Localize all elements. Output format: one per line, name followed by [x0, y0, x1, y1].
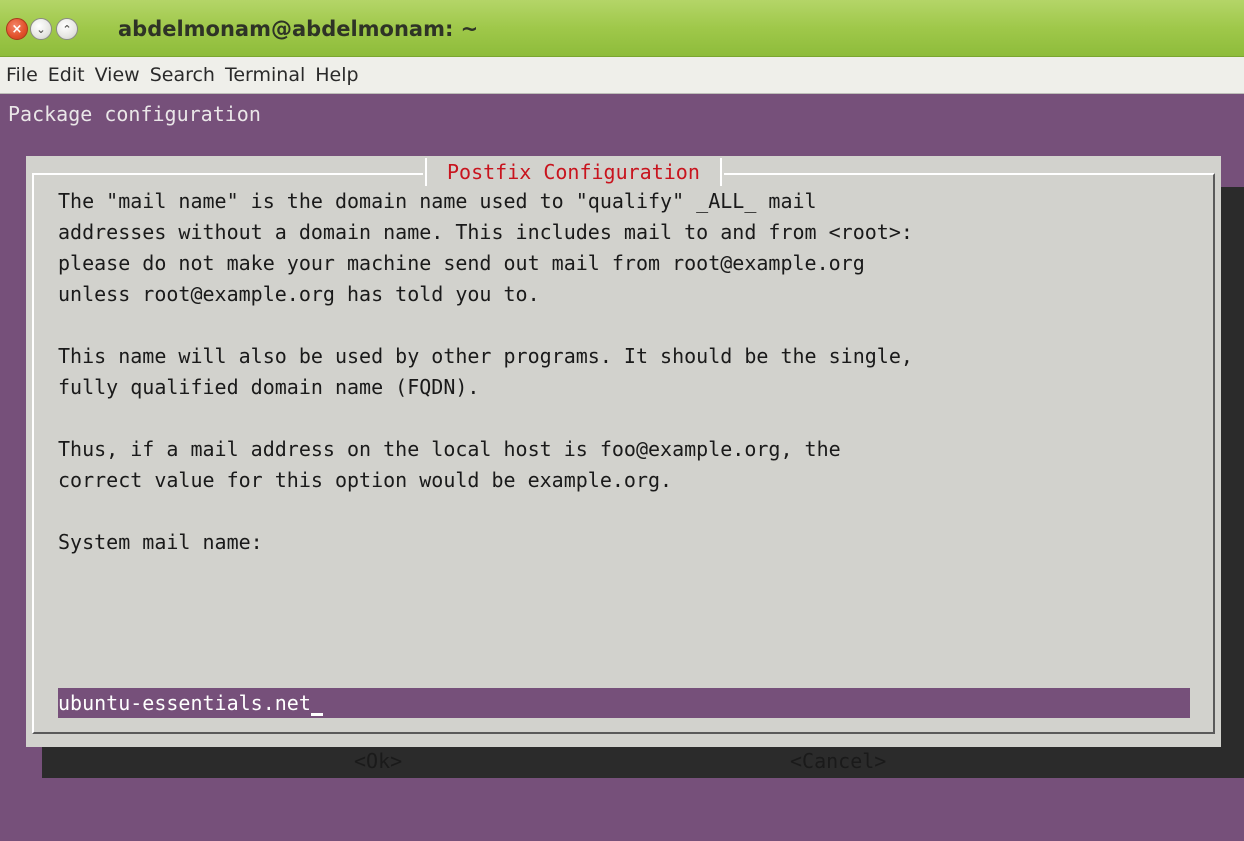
description-line: addresses without a domain name. This in…	[58, 220, 913, 244]
description-line	[58, 310, 913, 341]
minimize-icon[interactable]: ⌄	[30, 18, 52, 40]
terminal-area[interactable]: Package configuration Postfix Configurat…	[8, 94, 1244, 841]
description-line: unless root@example.org has told you to.	[58, 282, 540, 306]
dialog-description: The "mail name" is the domain name used …	[58, 186, 913, 558]
description-line: fully qualified domain name (FQDN).	[58, 375, 480, 399]
description-line: please do not make your machine send out…	[58, 251, 865, 275]
description-line: Thus, if a mail address on the local hos…	[58, 437, 841, 461]
input-value: ubuntu-essentials.net	[58, 691, 311, 715]
description-line: This name will also be used by other pro…	[58, 344, 913, 368]
maximize-icon[interactable]: ⌃	[56, 18, 78, 40]
description-line: correct value for this option would be e…	[58, 468, 673, 492]
menu-terminal[interactable]: Terminal	[225, 64, 305, 86]
package-configuration-header: Package configuration	[8, 102, 261, 126]
description-line	[58, 496, 913, 527]
postfix-dialog: Postfix Configuration The "mail name" is…	[26, 156, 1221, 773]
menu-search[interactable]: Search	[150, 64, 215, 86]
system-mail-name-label: System mail name:	[58, 530, 263, 554]
menu-bar: File Edit View Search Terminal Help	[0, 57, 1244, 94]
description-line: The "mail name" is the domain name used …	[58, 189, 817, 213]
cancel-button[interactable]: <Cancel>	[790, 749, 886, 773]
text-cursor	[310, 713, 323, 716]
menu-view[interactable]: View	[95, 64, 140, 86]
menu-edit[interactable]: Edit	[48, 64, 85, 86]
terminal-window: × ⌄ ⌃ abdelmonam@abdelmonam: ~ File Edit…	[0, 0, 1244, 841]
ok-button[interactable]: <Ok>	[354, 749, 402, 773]
title-bar[interactable]: × ⌄ ⌃ abdelmonam@abdelmonam: ~	[0, 0, 1244, 57]
window-title: abdelmonam@abdelmonam: ~	[118, 17, 479, 41]
menu-help[interactable]: Help	[315, 64, 358, 86]
menu-file[interactable]: File	[6, 64, 38, 86]
description-line	[58, 403, 913, 434]
close-icon[interactable]: ×	[6, 18, 28, 40]
system-mail-name-input[interactable]: ubuntu-essentials.net	[58, 688, 1190, 718]
dialog-title: Postfix Configuration	[423, 156, 724, 188]
